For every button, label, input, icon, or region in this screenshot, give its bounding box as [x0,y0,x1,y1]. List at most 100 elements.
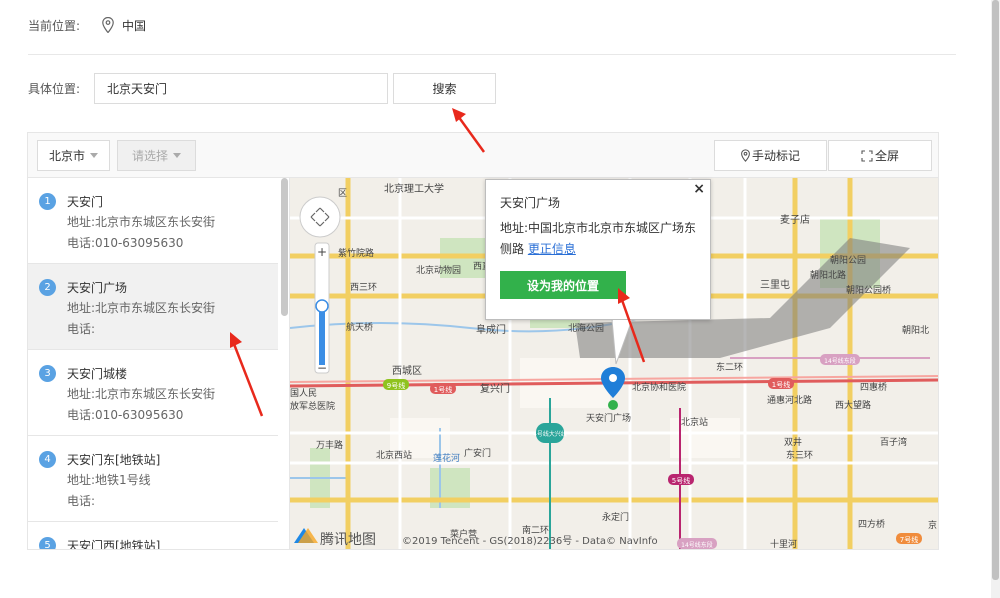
result-number-badge: 2 [39,279,56,296]
result-phone: 电话: [67,494,96,508]
map-label: 十里河 [770,538,797,549]
map-label: 东三环 [786,449,813,461]
result-item[interactable]: 1 天安门 地址:北京市东城区东长安街 电话:010-63095630 [28,178,278,264]
map-label: 万丰路 [316,439,343,451]
popup-address: 地址:中国北京市北京市东城区广场东侧路 更正信息 [500,218,700,260]
map-label: 朝阳公园桥 [846,284,891,296]
map-label: 天安门广场 [586,412,631,424]
map-label: 双井 [784,436,802,448]
result-name: 天安门广场 [67,281,128,295]
map-label: 北京西站 [376,449,412,461]
map-label: 朝阳北路 [810,269,846,281]
metro-badge-label: 1号线 [434,385,452,394]
result-number-badge: 5 [39,537,56,549]
city-select[interactable]: 北京市 [37,140,110,171]
map-label: 北京站 [681,416,708,428]
fullscreen-label: 全屏 [874,149,899,163]
location-pin-icon [102,17,114,33]
map-label: 广安门 [464,447,491,459]
result-phone: 电话:010-63095630 [67,236,184,250]
chevron-down-icon [173,153,181,158]
metro-badge-label: 5号线 [672,476,690,485]
fullscreen-icon [861,149,873,162]
chevron-down-icon [90,153,98,158]
manual-mark-label: 手动标记 [751,149,800,163]
results-scrollbar-thumb[interactable] [281,178,288,316]
result-name: 天安门东[地铁站] [67,453,161,467]
annotation-arrow-icon [452,108,486,153]
map-label: 永定门 [602,511,629,523]
result-address: 地址:地铁1号线 [67,473,151,487]
map-logo: 腾讯地图 [294,528,376,548]
map-label: 北海公园 [568,322,604,334]
correct-info-link[interactable]: 更正信息 [528,242,576,256]
map-label: 区 [338,188,347,199]
annotation-arrow-icon [618,288,646,363]
map-label: 北京动物园 [416,264,461,276]
annotation-arrow-icon [230,332,264,417]
zoom-in-icon[interactable]: + [317,245,327,259]
zoom-level-bar [319,305,325,365]
map-label: 复兴门 [480,382,510,395]
search-button[interactable]: 搜索 [393,72,497,104]
map-label: 四方桥 [858,518,885,530]
zoom-slider-handle[interactable] [315,299,329,313]
result-name: 天安门西[地铁站] [67,539,161,549]
map-label: 北京协和医院 [632,381,686,393]
result-number-badge: 4 [39,451,56,468]
result-address: 地址:北京市东城区东长安街 [67,215,216,229]
map-label: 航天桥 [346,321,373,333]
map-label: 朝阳公园 [830,255,866,266]
zoom-out-icon[interactable]: − [317,361,327,375]
map-logo-text: 腾讯地图 [320,531,376,548]
fullscreen-button[interactable]: 全屏 [828,140,932,171]
map-label: 北京理工大学 [384,182,444,195]
metro-badge-label: 14号线东段 [681,541,713,549]
map-copyright: ©2019 Tencent - GS(2018)2236号 - Data© Na… [402,535,658,547]
manual-mark-button[interactable]: 手动标记 [714,140,827,171]
map-label: 三里屯 [760,278,790,291]
city-blocks [390,358,740,458]
district-select-placeholder: 请选择 [131,149,168,163]
map-label: 东二环 [716,361,743,373]
map-label: 麦子店 [780,213,810,226]
result-name: 天安门 [67,195,104,209]
map-label: 西大望路 [835,399,871,411]
map-label: 通惠河北路 [767,394,812,406]
district-select[interactable]: 请选择 [117,140,196,171]
map-label: 放军总医院 [290,400,335,412]
close-icon[interactable]: × [693,181,705,197]
metro-badge-label: 1号线 [772,380,790,389]
place-info-popup: × 天安门广场 地址:中国北京市北京市东城区广场东侧路 更正信息 设为我的位置 [485,179,711,320]
map-panel: 北京市 请选择 手动标记 全屏 1 天安门 地址:北京市东城区东长安街 电话:0… [27,132,939,550]
current-location-row: 当前位置: 中国 [28,14,146,36]
map-label: 南二环 [522,524,549,536]
current-location-label: 当前位置: [28,18,81,33]
page-scrollbar-thumb[interactable] [992,0,999,580]
page-scrollbar[interactable] [991,0,1000,598]
metro-badge-label: 9号线 [387,381,405,390]
result-item[interactable]: 4 天安门东[地铁站] 地址:地铁1号线 电话: [28,436,278,522]
map-label: 西城区 [392,365,422,377]
results-scrollbar[interactable] [280,178,289,318]
result-address: 地址:北京市东城区东长安街 [67,301,216,315]
pan-control-icon[interactable] [299,196,341,238]
map-label: 莲花河 [433,452,460,464]
set-as-my-location-button[interactable]: 设为我的位置 [500,271,626,299]
result-item[interactable]: 5 天安门西[地铁站] [28,522,278,549]
location-search-input[interactable] [94,72,389,104]
metro-badge-label: 4号线大兴线 [533,430,567,438]
map-label: 紫竹院路 [338,247,374,259]
metro-badge-label: 7号线 [900,535,918,544]
map-zoom-control[interactable]: + − [299,196,341,375]
map-label: 国人民 [290,388,317,399]
search-row: 具体位置: 搜索 [28,72,497,104]
map-label: 阜成门 [476,323,506,336]
map-label: 西三环 [350,282,377,293]
current-location-value: 中国 [122,18,147,33]
result-number-badge: 3 [39,365,56,382]
location-pin-icon [741,149,750,162]
popup-title: 天安门广场 [500,196,561,210]
map-label: 百子湾 [880,436,907,448]
divider [28,54,956,55]
